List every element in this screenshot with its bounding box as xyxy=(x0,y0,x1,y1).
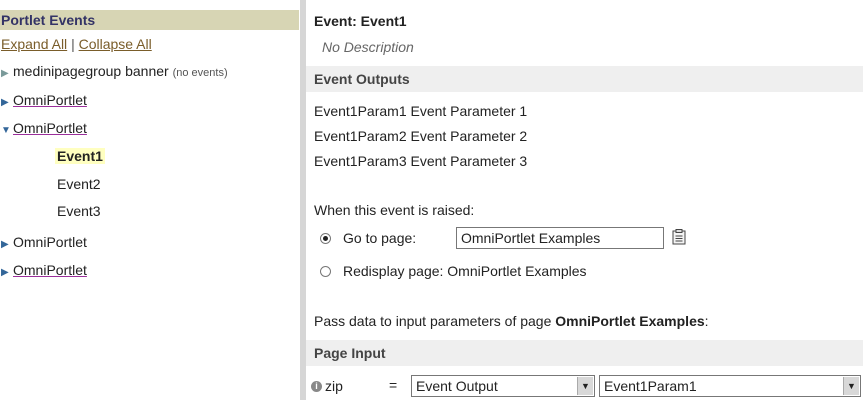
equals-sign: = xyxy=(389,377,398,393)
page-input-header: Page Input xyxy=(306,340,863,366)
event-details-panel: Event: Event1 No Description Event Outpu… xyxy=(306,0,863,400)
event-item[interactable]: Event3 xyxy=(57,203,101,219)
go-to-page-input[interactable] xyxy=(456,227,664,249)
portlet-events-title: Portlet Events xyxy=(0,10,299,30)
page-picker-icon[interactable] xyxy=(672,229,686,245)
event-title: Event: Event1 xyxy=(314,13,407,29)
triangle-right-icon: ▶ xyxy=(1,68,9,79)
triangle-down-icon: ▼ xyxy=(1,125,11,136)
pass-data-suffix: : xyxy=(704,313,709,329)
event-param-value: Event1Param1 xyxy=(604,378,697,394)
tree-item-omniportlet-1[interactable]: ▶ OmniPortlet xyxy=(1,92,87,108)
tree-item-banner[interactable]: ▶ medinipagegroup banner (no events) xyxy=(1,63,228,79)
event-param-select[interactable]: Event1Param1 ▼ xyxy=(599,375,861,397)
portlet-events-panel: Portlet Events Expand All | Collapse All… xyxy=(0,0,299,400)
expand-all-link[interactable]: Expand All xyxy=(1,36,67,52)
triangle-right-icon: ▶ xyxy=(1,239,9,250)
go-to-page-radio[interactable] xyxy=(320,233,331,244)
tree-item-label: OmniPortlet xyxy=(13,234,87,250)
triangle-right-icon: ▶ xyxy=(1,267,9,278)
source-type-select[interactable]: Event Output ▼ xyxy=(411,375,595,397)
tree-item-label[interactable]: OmniPortlet xyxy=(13,120,87,136)
no-events-note: (no events) xyxy=(172,67,228,79)
output-line: Event1Param2 Event Parameter 2 xyxy=(314,128,528,144)
chevron-down-icon[interactable]: ▼ xyxy=(843,377,859,395)
pass-data-page-name: OmniPortlet Examples xyxy=(555,313,705,329)
event-outputs-header: Event Outputs xyxy=(306,66,863,92)
source-type-value: Event Output xyxy=(416,378,498,394)
go-to-page-label: Go to page: xyxy=(343,230,417,246)
tree-item-omniportlet-4[interactable]: ▶ OmniPortlet xyxy=(1,262,87,278)
pass-data-prefix: Pass data to input parameters of page xyxy=(314,313,556,329)
tree-item-label: medinipagegroup banner xyxy=(13,63,169,79)
collapse-all-link[interactable]: Collapse All xyxy=(79,36,152,52)
output-line: Event1Param1 Event Parameter 1 xyxy=(314,103,528,119)
event-description: No Description xyxy=(322,39,414,55)
pass-data-text: Pass data to input parameters of page Om… xyxy=(314,313,709,329)
event-item-selected[interactable]: Event1 xyxy=(55,148,105,164)
tree-item-omniportlet-2[interactable]: ▼ OmniPortlet xyxy=(1,120,87,136)
expand-collapse-row: Expand All | Collapse All xyxy=(1,36,152,52)
tree-item-label[interactable]: OmniPortlet xyxy=(13,92,87,108)
separator: | xyxy=(71,36,75,52)
tree-item-label[interactable]: OmniPortlet xyxy=(13,262,87,278)
event-item[interactable]: Event2 xyxy=(57,176,101,192)
redisplay-page-radio[interactable] xyxy=(320,266,331,277)
triangle-right-icon: ▶ xyxy=(1,97,9,108)
tree-item-omniportlet-3[interactable]: ▶ OmniPortlet xyxy=(1,234,87,250)
info-icon: i xyxy=(311,381,322,392)
output-line: Event1Param3 Event Parameter 3 xyxy=(314,153,528,169)
redisplay-page-label: Redisplay page: OmniPortlet Examples xyxy=(343,263,587,279)
chevron-down-icon[interactable]: ▼ xyxy=(577,377,593,395)
param-name: zip xyxy=(325,378,343,394)
when-raised-label: When this event is raised: xyxy=(314,202,475,218)
